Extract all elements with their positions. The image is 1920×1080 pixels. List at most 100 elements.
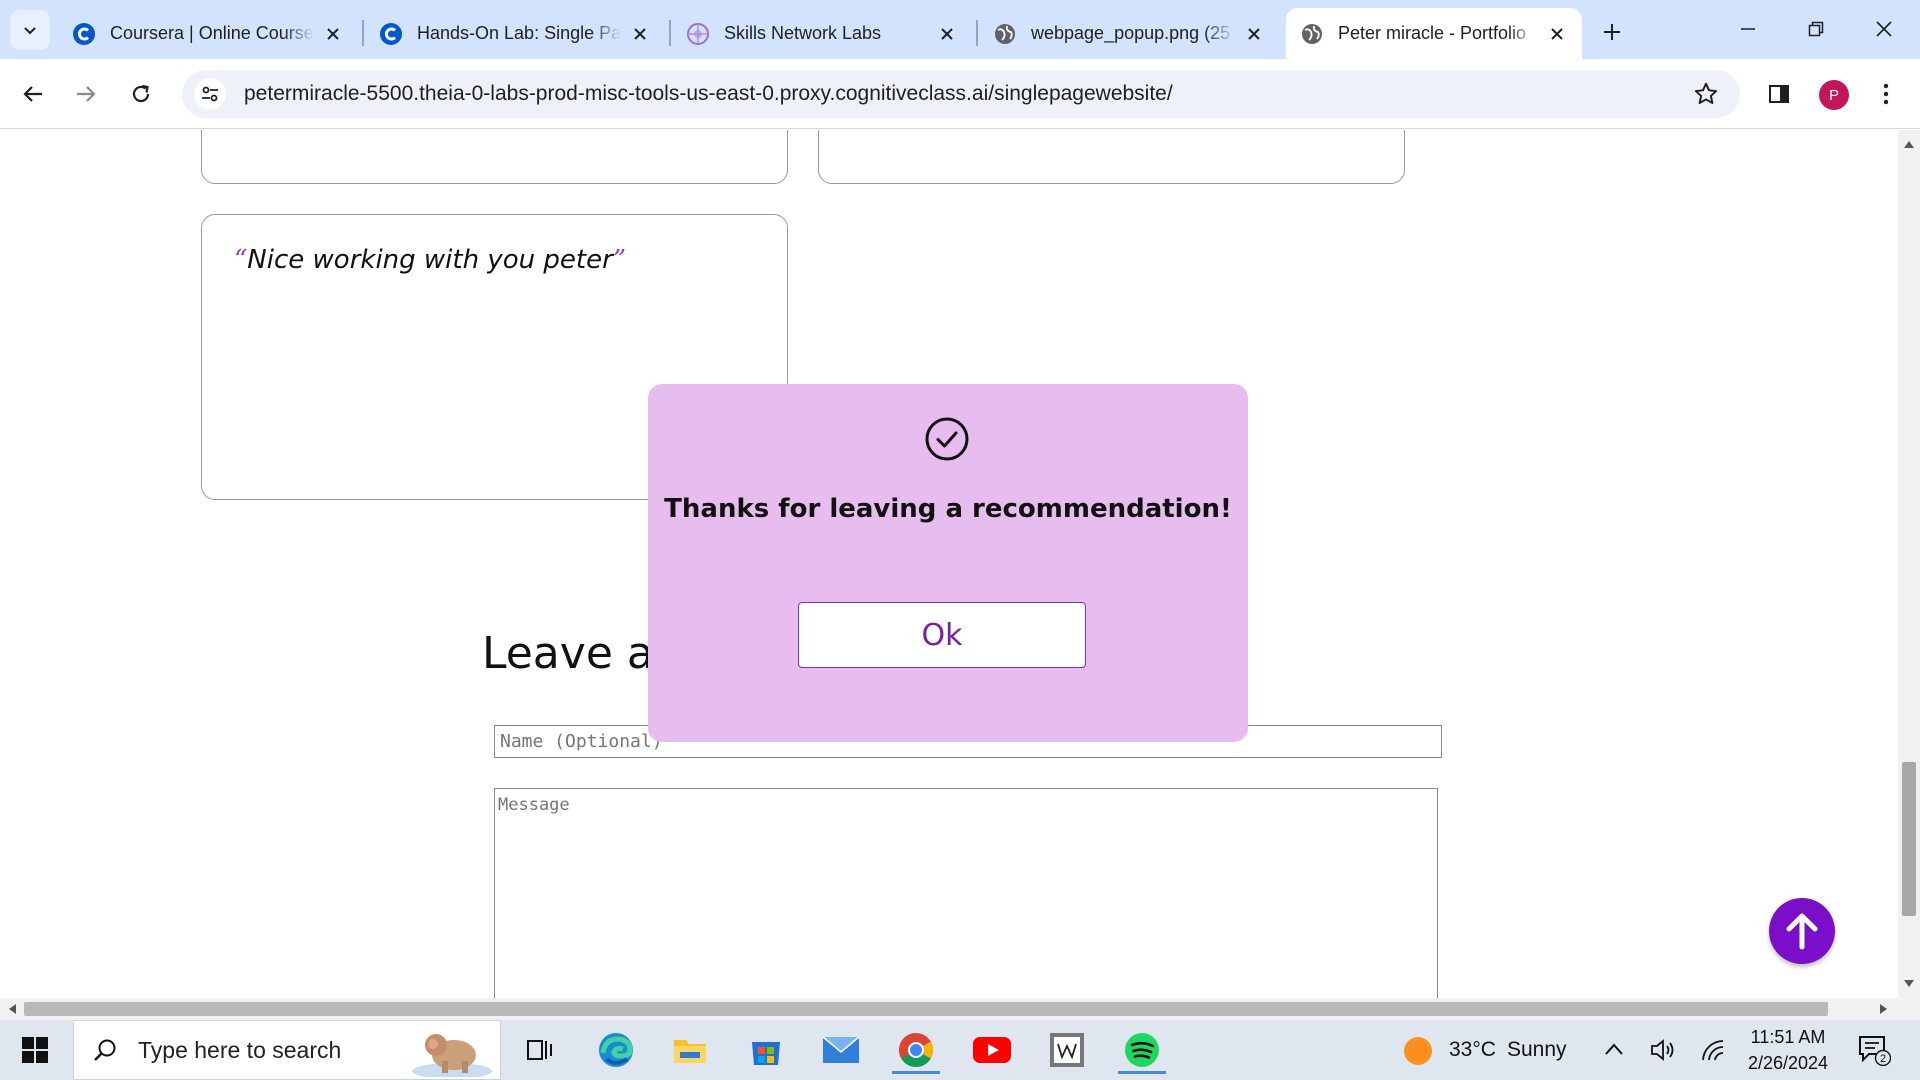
scrollbar-corner (1898, 998, 1920, 1020)
quote-close-mark: ” (612, 245, 627, 275)
system-clock[interactable]: 11:51 AM 2/26/2024 (1722, 1024, 1854, 1076)
horizontal-scrollbar[interactable] (0, 998, 1898, 1020)
mail-app[interactable] (813, 1026, 869, 1074)
arrow-right-icon (77, 86, 96, 102)
recommendation-text: Nice working with you peter (247, 245, 613, 275)
microsoft-store-icon (752, 1042, 780, 1065)
tab-strip: Coursera | Online Courses Hands-On Lab: … (0, 0, 1920, 59)
popup-message: Thanks for leaving a recommendation! (664, 494, 1232, 524)
task-view-button[interactable] (512, 1026, 568, 1074)
scroll-up-arrow-icon[interactable] (1903, 138, 1915, 150)
search-icon (94, 1039, 116, 1061)
more-vertical-icon (1883, 83, 1889, 105)
speaker-icon[interactable] (1650, 1038, 1676, 1062)
site-settings-icon[interactable] (194, 78, 226, 110)
recommendation-card (201, 130, 788, 184)
task-view-icon (527, 1040, 552, 1060)
recommendation-card (818, 130, 1405, 184)
reload-button[interactable] (121, 74, 161, 114)
youtube-icon (973, 1037, 1011, 1063)
notification-icon: 2 (1859, 1036, 1891, 1066)
tab-title: webpage_popup.png (25 (1031, 23, 1231, 43)
close-icon[interactable] (1546, 23, 1568, 45)
url-text: petermiracle-5500.theia-0-labs-prod-misc… (244, 82, 1173, 105)
notification-center-button[interactable]: 2 (1854, 1032, 1894, 1068)
section-heading: Leave a (482, 628, 654, 679)
side-panel-icon (1769, 85, 1789, 103)
close-icon[interactable] (936, 23, 958, 45)
spotify-app[interactable] (1114, 1026, 1170, 1074)
clock-time: 11:51 AM (1750, 1027, 1826, 1047)
microsoft-store-app[interactable] (738, 1026, 794, 1074)
spotify-icon (1125, 1033, 1159, 1067)
taskbar: Type here to search 33°C Sunny 11:51 AM … (0, 1020, 1920, 1080)
check-circle-icon (925, 417, 969, 461)
close-icon[interactable] (322, 23, 344, 45)
address-bar[interactable]: petermiracle-5500.theia-0-labs-prod-misc… (182, 70, 1740, 118)
taskbar-search-box[interactable]: Type here to search (73, 1020, 501, 1080)
tab-skills-network[interactable]: Skills Network Labs (672, 8, 972, 59)
search-highlight-illustration (412, 1034, 492, 1077)
windows-logo-icon (22, 1037, 48, 1063)
tab-webpage-popup[interactable]: webpage_popup.png (25 (979, 8, 1279, 59)
quote-open-mark: “ (234, 245, 248, 275)
side-panel-button[interactable] (1759, 74, 1799, 114)
edge-icon (599, 1033, 633, 1067)
close-window-button[interactable] (1854, 8, 1914, 50)
clock-date: 2/26/2024 (1747, 1053, 1829, 1073)
arrow-up-icon (1786, 913, 1818, 950)
mail-icon (822, 1036, 860, 1063)
scrollbar-thumb[interactable] (1902, 762, 1916, 916)
tab-hands-on-lab[interactable]: Hands-On Lab: Single Page (365, 8, 665, 59)
tab-separator (362, 20, 364, 46)
minimize-icon (1741, 28, 1755, 30)
minimize-button[interactable] (1718, 8, 1778, 50)
message-input[interactable] (494, 788, 1438, 998)
wikipedia-icon (1050, 1033, 1084, 1067)
restore-button[interactable] (1786, 8, 1846, 50)
forward-button[interactable] (66, 74, 106, 114)
weather-condition[interactable]: Sunny (1507, 1038, 1567, 1062)
wikipedia-app[interactable] (1039, 1026, 1095, 1074)
weather-sun-icon (1404, 1037, 1432, 1065)
new-tab-button[interactable] (1594, 14, 1630, 50)
bookmark-star-icon[interactable] (1692, 80, 1720, 108)
tab-portfolio[interactable]: Peter miracle - Portfolio (1286, 8, 1582, 59)
chevron-up-icon[interactable] (1604, 1042, 1624, 1056)
globe-icon (993, 22, 1017, 46)
notification-count: 2 (1880, 1053, 1886, 1065)
menu-button[interactable] (1866, 74, 1906, 114)
chrome-icon (899, 1033, 933, 1067)
edge-app[interactable] (588, 1026, 644, 1074)
scroll-left-arrow-icon[interactable] (6, 1003, 18, 1015)
tab-coursera[interactable]: Coursera | Online Courses (58, 8, 358, 59)
scroll-right-arrow-icon[interactable] (1878, 1003, 1890, 1015)
start-button[interactable] (12, 1032, 58, 1068)
file-explorer-app[interactable] (662, 1026, 718, 1074)
coursera-icon (72, 22, 96, 46)
plus-icon (1604, 24, 1620, 40)
youtube-app[interactable] (964, 1026, 1020, 1074)
profile-avatar[interactable]: P (1819, 80, 1849, 110)
weather-temperature[interactable]: 33°C (1449, 1038, 1496, 1062)
skills-network-icon (686, 22, 710, 46)
scroll-down-arrow-icon[interactable] (1903, 978, 1915, 990)
back-to-top-button[interactable] (1769, 898, 1835, 964)
reload-icon (132, 84, 150, 103)
close-icon (1876, 21, 1892, 37)
coursera-icon (379, 22, 403, 46)
chrome-app[interactable] (888, 1026, 944, 1074)
close-icon[interactable] (1243, 23, 1265, 45)
chevron-down-icon (24, 27, 36, 35)
back-button[interactable] (13, 74, 53, 114)
tab-title: Hands-On Lab: Single Page (417, 23, 621, 43)
vertical-scrollbar[interactable] (1898, 130, 1920, 998)
tab-search-button[interactable] (10, 10, 50, 50)
tab-separator (669, 20, 671, 46)
file-explorer-icon (674, 1040, 706, 1063)
ok-button[interactable]: Ok (798, 602, 1086, 668)
close-icon[interactable] (629, 23, 651, 45)
tab-title: Peter miracle - Portfolio (1338, 23, 1527, 43)
scrollbar-thumb[interactable] (24, 1002, 1828, 1016)
thank-you-popup: Thanks for leaving a recommendation! Ok (648, 384, 1248, 742)
